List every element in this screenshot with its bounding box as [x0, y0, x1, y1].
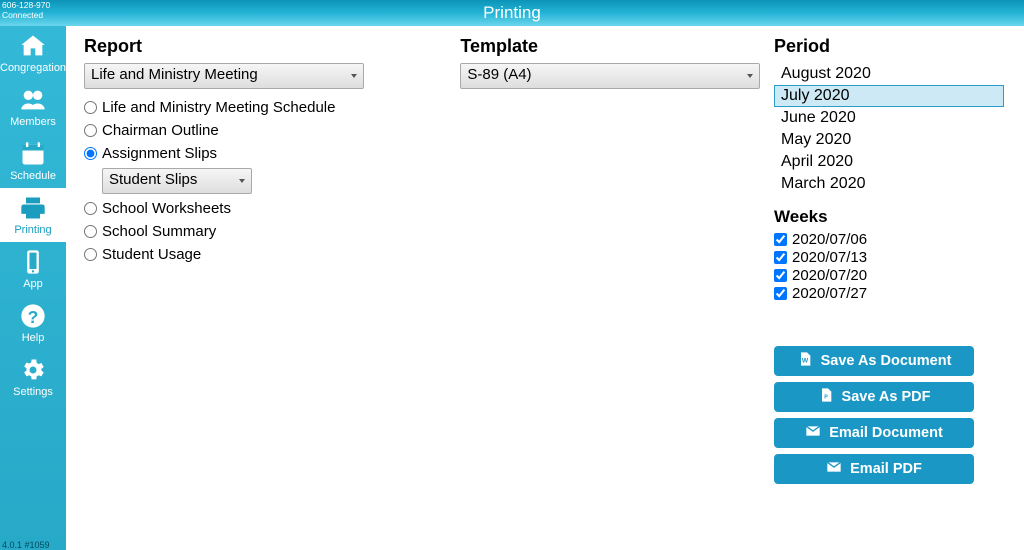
report-options: Life and Ministry Meeting Schedule Chair… — [84, 99, 460, 263]
sidebar-item-help[interactable]: ? Help — [0, 296, 66, 350]
report-option-label: Life and Ministry Meeting Schedule — [102, 99, 335, 116]
members-icon — [0, 86, 66, 114]
connection-status: 606-128-970 Connected — [2, 0, 50, 20]
report-option-usage[interactable]: Student Usage — [84, 246, 460, 263]
weeks-heading: Weeks — [774, 207, 1004, 227]
envelope-icon — [826, 459, 842, 479]
period-list: August 2020 July 2020 June 2020 May 2020… — [774, 63, 1004, 195]
save-document-button[interactable]: W Save As Document — [774, 346, 974, 376]
template-dropdown-value: S-89 (A4) — [467, 66, 531, 83]
word-icon: W — [797, 351, 813, 371]
radio-input[interactable] — [84, 248, 97, 261]
radio-input[interactable] — [84, 147, 97, 160]
sidebar-item-label: Schedule — [10, 170, 56, 182]
template-heading: Template — [460, 36, 774, 57]
page-title: Printing — [483, 3, 541, 22]
sidebar-item-label: Settings — [13, 386, 53, 398]
report-option-label: Assignment Slips — [102, 145, 217, 162]
sidebar-item-label: Congregation — [0, 62, 66, 74]
week-checkbox[interactable] — [774, 287, 787, 300]
period-item[interactable]: April 2020 — [774, 151, 1004, 173]
main: Congregation Members Schedule Printing A — [0, 26, 1024, 550]
weeks-list: 2020/07/06 2020/07/13 2020/07/20 2020/07… — [774, 231, 1004, 302]
sidebar-item-schedule[interactable]: Schedule — [0, 134, 66, 188]
period-heading: Period — [774, 36, 1004, 57]
action-buttons: W Save As Document P Save As PDF Email D… — [774, 346, 1004, 484]
report-option-worksheets[interactable]: School Worksheets — [84, 200, 460, 217]
report-heading: Report — [84, 36, 460, 57]
sidebar-item-members[interactable]: Members — [0, 80, 66, 134]
envelope-icon — [805, 423, 821, 443]
period-item[interactable]: March 2020 — [774, 173, 1004, 195]
report-column: Report Life and Ministry Meeting Life an… — [84, 36, 460, 540]
week-row[interactable]: 2020/07/27 — [774, 285, 1004, 302]
template-dropdown[interactable]: S-89 (A4) — [460, 63, 760, 89]
week-row[interactable]: 2020/07/06 — [774, 231, 1004, 248]
report-option-label: School Summary — [102, 223, 216, 240]
phone-icon — [0, 248, 66, 276]
report-option-label: School Worksheets — [102, 200, 231, 217]
period-item[interactable]: August 2020 — [774, 63, 1004, 85]
sidebar: Congregation Members Schedule Printing A — [0, 26, 66, 550]
home-icon — [0, 32, 66, 60]
week-row[interactable]: 2020/07/13 — [774, 249, 1004, 266]
svg-text:P: P — [824, 394, 828, 400]
email-pdf-button[interactable]: Email PDF — [774, 454, 974, 484]
pdf-icon: P — [818, 387, 834, 407]
week-checkbox[interactable] — [774, 269, 787, 282]
week-label: 2020/07/27 — [792, 285, 867, 302]
assignment-sub-row: Student Slips — [84, 168, 460, 194]
report-option-assignment[interactable]: Assignment Slips — [84, 145, 460, 162]
period-item[interactable]: May 2020 — [774, 129, 1004, 151]
week-label: 2020/07/13 — [792, 249, 867, 266]
connection-id: 606-128-970 — [2, 0, 50, 10]
report-option-summary[interactable]: School Summary — [84, 223, 460, 240]
gear-icon — [0, 356, 66, 384]
radio-input[interactable] — [84, 101, 97, 114]
version-label: 4.0.1 #1059 — [2, 540, 50, 550]
report-dropdown-value: Life and Ministry Meeting — [91, 66, 258, 83]
email-document-button[interactable]: Email Document — [774, 418, 974, 448]
titlebar: 606-128-970 Connected Printing — [0, 0, 1024, 26]
svg-text:?: ? — [28, 307, 39, 327]
connection-state: Connected — [2, 10, 50, 20]
sidebar-item-label: Members — [10, 116, 56, 128]
week-checkbox[interactable] — [774, 233, 787, 246]
report-option-chairman[interactable]: Chairman Outline — [84, 122, 460, 139]
report-option-label: Student Usage — [102, 246, 201, 263]
radio-input[interactable] — [84, 225, 97, 238]
week-label: 2020/07/20 — [792, 267, 867, 284]
report-option-schedule[interactable]: Life and Ministry Meeting Schedule — [84, 99, 460, 116]
report-dropdown[interactable]: Life and Ministry Meeting — [84, 63, 364, 89]
period-item[interactable]: July 2020 — [774, 85, 1004, 107]
assignment-sub-dropdown[interactable]: Student Slips — [102, 168, 252, 194]
week-row[interactable]: 2020/07/20 — [774, 267, 1004, 284]
button-label: Save As PDF — [842, 389, 931, 405]
period-item[interactable]: June 2020 — [774, 107, 1004, 129]
printer-icon — [0, 194, 66, 222]
button-label: Email Document — [829, 425, 943, 441]
content: Report Life and Ministry Meeting Life an… — [66, 26, 1024, 550]
sidebar-item-settings[interactable]: Settings — [0, 350, 66, 404]
radio-input[interactable] — [84, 124, 97, 137]
period-column: Period August 2020 July 2020 June 2020 M… — [774, 36, 1004, 540]
sidebar-item-congregation[interactable]: Congregation — [0, 26, 66, 80]
button-label: Email PDF — [850, 461, 922, 477]
sidebar-item-printing[interactable]: Printing — [0, 188, 66, 242]
template-column: Template S-89 (A4) — [460, 36, 774, 540]
sidebar-item-label: App — [23, 278, 43, 290]
sidebar-item-label: Printing — [14, 224, 51, 236]
sidebar-item-label: Help — [22, 332, 45, 344]
report-option-label: Chairman Outline — [102, 122, 219, 139]
button-label: Save As Document — [821, 353, 952, 369]
sidebar-item-app[interactable]: App — [0, 242, 66, 296]
week-checkbox[interactable] — [774, 251, 787, 264]
week-label: 2020/07/06 — [792, 231, 867, 248]
save-pdf-button[interactable]: P Save As PDF — [774, 382, 974, 412]
radio-input[interactable] — [84, 202, 97, 215]
assignment-sub-value: Student Slips — [109, 171, 197, 188]
calendar-icon — [0, 140, 66, 168]
svg-text:W: W — [801, 357, 808, 364]
help-icon: ? — [0, 302, 66, 330]
